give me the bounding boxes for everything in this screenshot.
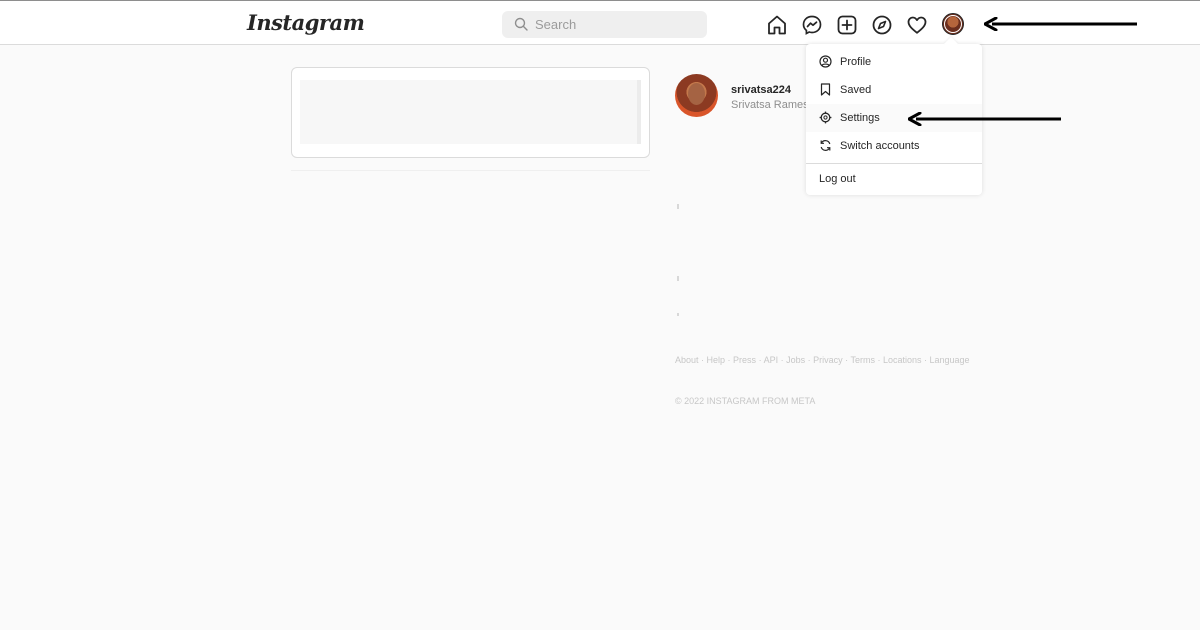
footer-separator: · [921,355,930,365]
menu-label: Switch accounts [840,140,920,152]
footer-link-about[interactable]: About [675,355,699,365]
menu-label: Profile [840,56,872,68]
avatar-ring [944,15,962,33]
stories-tray [291,67,650,158]
sidebar-username[interactable]: srivatsa224 [731,84,791,96]
footer-link-api[interactable]: API [764,355,779,365]
annotation-arrow-settings [908,112,1062,126]
footer-link-language[interactable]: Language [930,355,970,365]
footer-separator: · [874,355,883,365]
footer-separator: · [698,355,707,365]
menu-item-saved[interactable]: Saved [806,76,982,104]
search-icon [514,17,528,31]
home-icon[interactable] [766,14,788,36]
explore-icon[interactable] [871,14,893,36]
footer-link-help[interactable]: Help [707,355,726,365]
gear-icon [819,111,832,124]
menu-divider [806,163,982,164]
instagram-logo[interactable]: Instagram [247,10,365,35]
profile-circle-icon [819,55,832,68]
sidebar-avatar[interactable] [675,74,718,117]
new-post-icon[interactable] [836,14,858,36]
switch-arrows-icon [819,139,832,152]
footer-link-jobs[interactable]: Jobs [786,355,805,365]
annotation-arrow-avatar [984,17,1138,31]
footer-link-press[interactable]: Press [733,355,756,365]
footer-link-terms[interactable]: Terms [850,355,875,365]
footer-link-privacy[interactable]: Privacy [813,355,843,365]
footer-separator: · [725,355,734,365]
menu-item-switch-accounts[interactable]: Switch accounts [806,132,982,160]
messenger-icon[interactable] [801,14,823,36]
faint-mark [677,276,679,281]
footer-separator: · [756,355,764,365]
menu-item-profile[interactable]: Profile [806,48,982,76]
menu-item-log-out[interactable]: Log out [806,168,982,192]
menu-label: Log out [819,173,856,185]
stories-placeholder [300,80,640,144]
search-box[interactable] [502,11,707,38]
profile-avatar[interactable] [942,13,964,35]
search-input[interactable] [535,15,695,34]
menu-label: Settings [840,112,880,124]
footer-copyright: © 2022 INSTAGRAM FROM META [675,396,816,406]
avatar-face [688,83,705,105]
footer-separator: · [805,355,814,365]
sidebar-full-name: Srivatsa Ramesh [731,99,815,111]
footer-separator: · [778,355,787,365]
activity-heart-icon[interactable] [906,14,928,36]
menu-label: Saved [840,84,872,96]
faint-mark [677,313,679,316]
footer-links: About · Help · Press · API · Jobs · Priv… [675,353,970,367]
footer-link-locations[interactable]: Locations [883,355,922,365]
feed-divider [291,170,650,171]
faint-mark [677,204,679,209]
stories-scrollbar[interactable] [637,80,641,144]
bookmark-icon [819,83,832,96]
